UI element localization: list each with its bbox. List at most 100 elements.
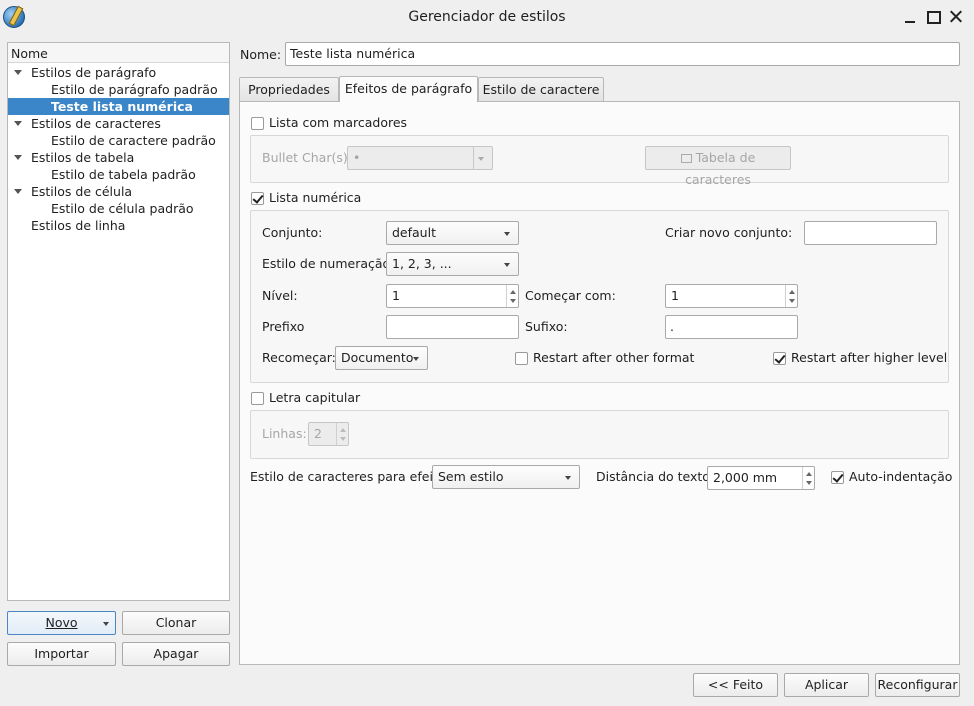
tree-column-header[interactable]: Nome: [8, 43, 229, 63]
spin-up-icon[interactable]: [510, 290, 516, 294]
delete-button[interactable]: Apagar: [122, 642, 230, 666]
name-input[interactable]: Teste lista numérica: [285, 42, 960, 66]
tab-paragraph-effects[interactable]: Efeitos de parágrafo: [339, 76, 478, 102]
tree-item[interactable]: Estilo de tabela padrão: [8, 166, 229, 183]
char-style-effect-select[interactable]: Sem estilo: [432, 465, 580, 489]
create-set-input[interactable]: [804, 221, 937, 245]
tree-group-paragraph[interactable]: Estilos de parágrafo: [8, 64, 229, 81]
tree-item[interactable]: Estilo de célula padrão: [8, 200, 229, 217]
tree-item-label: Estilo de tabela padrão: [51, 167, 196, 182]
character-table-label: Tabela de caracteres: [685, 150, 756, 187]
expand-arrow-icon[interactable]: [14, 155, 22, 160]
minimize-icon[interactable]: [903, 10, 917, 24]
drop-cap-checkbox[interactable]: [251, 392, 264, 405]
bullet-char-select[interactable]: •: [347, 146, 493, 170]
level-value: 1: [392, 288, 400, 303]
chevron-down-icon: [565, 476, 571, 480]
restart-value: Documento: [341, 350, 414, 365]
expand-arrow-icon[interactable]: [14, 121, 22, 126]
prefix-input[interactable]: [386, 315, 519, 339]
divider: [473, 147, 474, 169]
text-distance-spinbox[interactable]: 2,000 mm: [707, 466, 815, 490]
tree-item-selected[interactable]: Teste lista numérica: [8, 98, 229, 115]
import-button[interactable]: Importar: [7, 642, 116, 666]
chevron-down-icon: [504, 263, 510, 267]
title-bar: Gerenciador de estilos: [0, 0, 974, 36]
chevron-down-icon: [413, 357, 419, 361]
start-with-value: 1: [671, 288, 679, 303]
start-with-label: Começar com:: [525, 288, 616, 303]
bullet-list-checkbox[interactable]: [251, 117, 264, 130]
start-with-spinbox[interactable]: 1: [665, 284, 798, 308]
tree-group-table[interactable]: Estilos de tabela: [8, 149, 229, 166]
tree-group-line[interactable]: Estilos de linha: [8, 217, 229, 234]
tree-item-label: Estilos de tabela: [31, 150, 135, 165]
auto-indent-label: Auto-indentação: [849, 469, 953, 484]
spin-down-icon[interactable]: [340, 437, 346, 441]
suffix-input[interactable]: .: [665, 315, 798, 339]
character-table-button[interactable]: Tabela de caracteres: [645, 146, 791, 187]
spin-up-icon[interactable]: [806, 472, 812, 476]
chevron-down-icon: [504, 232, 510, 236]
done-button[interactable]: << Feito: [693, 673, 778, 697]
level-spinbox[interactable]: 1: [386, 284, 519, 308]
divider: [336, 423, 337, 445]
tree-item[interactable]: Estilo de parágrafo padrão: [8, 81, 229, 98]
lines-spinbox[interactable]: 2: [308, 422, 349, 446]
numbered-list-checkbox[interactable]: [251, 192, 264, 205]
suffix-label: Sufixo:: [525, 319, 568, 334]
char-style-effect-value: Sem estilo: [438, 469, 504, 484]
set-value: default: [392, 225, 436, 240]
close-icon[interactable]: [949, 10, 963, 24]
spin-down-icon[interactable]: [510, 299, 516, 303]
tree-item-label: Estilo de caractere padrão: [51, 133, 216, 148]
numbering-style-select[interactable]: 1, 2, 3, ...: [386, 252, 519, 276]
text-distance-value: 2,000 mm: [713, 470, 778, 485]
divider: [802, 467, 803, 489]
tree-item-label: Estilos de parágrafo: [31, 65, 157, 80]
set-select[interactable]: default: [386, 221, 519, 245]
apply-button[interactable]: Aplicar: [784, 673, 869, 697]
lines-label: Linhas:: [262, 426, 307, 441]
spin-down-icon[interactable]: [806, 481, 812, 485]
tree-item-label: Estilos de linha: [31, 218, 126, 233]
numbering-style-value: 1, 2, 3, ...: [392, 256, 452, 271]
tab-character-style[interactable]: Estilo de caractere: [478, 77, 604, 102]
restart-other-format-checkbox[interactable]: [515, 352, 528, 365]
expand-arrow-icon[interactable]: [14, 70, 22, 75]
new-button-label: Novo: [45, 615, 78, 630]
char-style-effect-label: Estilo de caracteres para efeito:: [250, 469, 450, 484]
bullet-char-label: Bullet Char(s):: [262, 150, 352, 165]
restart-higher-level-label: Restart after higher level: [791, 350, 948, 365]
restart-other-format-label: Restart after other format: [533, 350, 695, 365]
restart-select[interactable]: Documento: [335, 346, 428, 370]
prefix-label: Prefixo: [262, 319, 305, 334]
chevron-down-icon: [103, 622, 109, 626]
new-button[interactable]: Novo: [7, 611, 116, 635]
create-set-label: Criar novo conjunto:: [665, 225, 793, 240]
tree-group-cell[interactable]: Estilos de célula: [8, 183, 229, 200]
style-tree[interactable]: Nome Estilos de parágrafo Estilo de pará…: [7, 42, 230, 601]
bullet-char-value: •: [353, 150, 361, 165]
lines-value: 2: [314, 426, 322, 441]
tree-item[interactable]: Estilo de caractere padrão: [8, 132, 229, 149]
restart-higher-level-checkbox[interactable]: [773, 352, 786, 365]
restart-label: Recomeçar:: [262, 350, 336, 365]
expand-arrow-icon[interactable]: [14, 189, 22, 194]
reset-button[interactable]: Reconfigurar: [875, 673, 960, 697]
maximize-icon[interactable]: [926, 10, 941, 24]
set-label: Conjunto:: [262, 225, 323, 240]
drop-cap-group: [250, 410, 949, 459]
auto-indent-checkbox[interactable]: [831, 471, 844, 484]
clone-button[interactable]: Clonar: [122, 611, 230, 635]
spin-up-icon[interactable]: [789, 290, 795, 294]
numbering-style-label: Estilo de numeração:: [262, 256, 395, 271]
tree-group-characters[interactable]: Estilos de caracteres: [8, 115, 229, 132]
tree-item-label: Estilos de caracteres: [31, 116, 161, 131]
spin-down-icon[interactable]: [789, 299, 795, 303]
chevron-down-icon: [478, 157, 484, 161]
tab-properties[interactable]: Propriedades: [239, 77, 339, 102]
drop-cap-label: Letra capitular: [269, 390, 361, 405]
spin-up-icon[interactable]: [340, 428, 346, 432]
tree-item-label: Estilo de célula padrão: [51, 201, 194, 216]
